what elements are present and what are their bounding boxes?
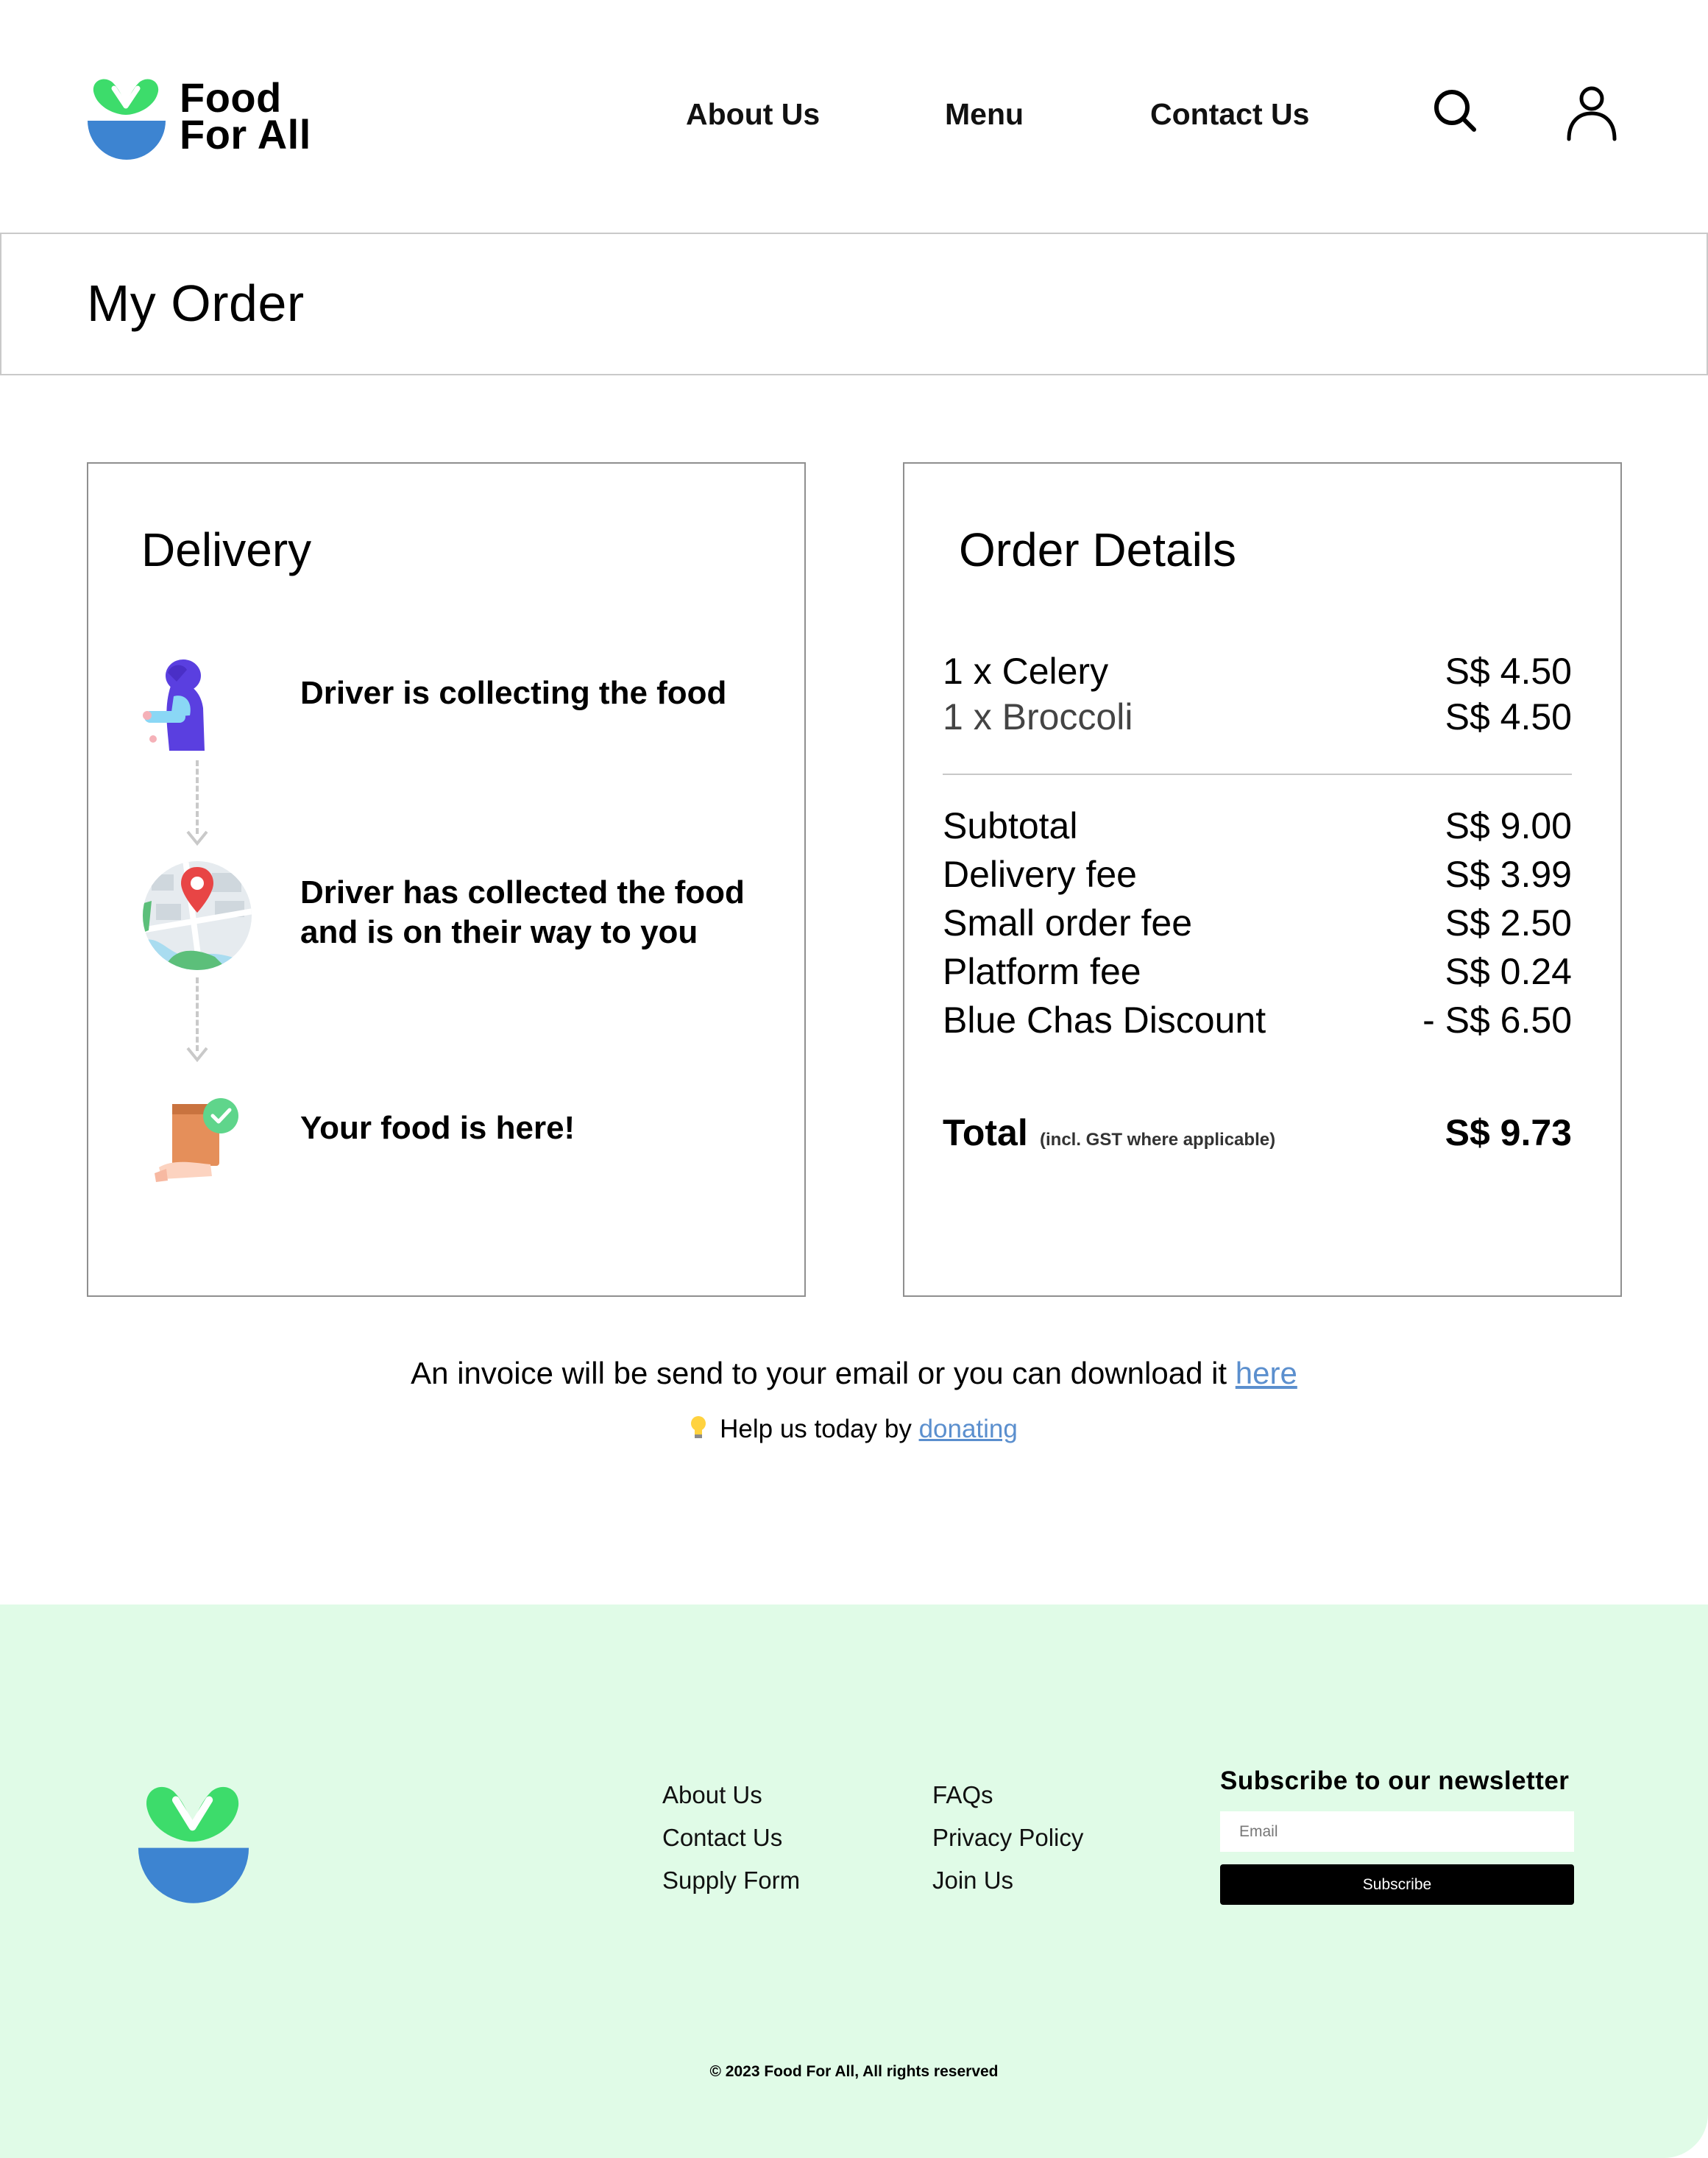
logo-icon[interactable] — [86, 75, 167, 160]
invoice-text: An invoice will be send to your email or… — [411, 1356, 1236, 1390]
invoice-download-link[interactable]: here — [1236, 1356, 1297, 1390]
fee-label-discount: Blue Chas Discount — [943, 1000, 1266, 1041]
delivery-step-1: Driver is collecting the food — [300, 673, 726, 713]
brand-line-2: For All — [180, 111, 311, 158]
step-connector-2 — [196, 977, 199, 1051]
user-icon[interactable] — [1565, 85, 1618, 141]
fee-value-delivery: S$ 3.99 — [1445, 854, 1572, 895]
footer-link-supply-form[interactable]: Supply Form — [662, 1867, 800, 1895]
search-icon[interactable] — [1432, 88, 1478, 133]
fee-label-small-order: Small order fee — [943, 902, 1193, 944]
brand-name[interactable]: Food For All — [180, 77, 311, 158]
delivery-panel: Delivery Driver is collecting the food D… — [87, 462, 806, 1297]
page-title: My Order — [87, 275, 305, 332]
site-header: Food For All About Us Menu Contact Us — [0, 0, 1708, 233]
donate-message: Help us today by donating — [0, 1415, 1708, 1444]
lightbulb-icon — [691, 1416, 706, 1438]
total-label: Total — [943, 1112, 1028, 1153]
total-value: S$ 9.73 — [1445, 1112, 1572, 1153]
divider — [943, 774, 1572, 775]
order-item-price: S$ 4.50 — [1445, 696, 1572, 737]
step-3-text: Your food is here! — [300, 1110, 575, 1146]
fee-label-platform: Platform fee — [943, 951, 1141, 992]
newsletter-title: Subscribe to our newsletter — [1220, 1766, 1570, 1795]
driver-icon — [143, 659, 205, 751]
nav-contact-us[interactable]: Contact Us — [1150, 97, 1309, 132]
step-2-text-line-1: Driver has collected the food — [300, 874, 745, 910]
copyright: © 2023 Food For All, All rights reserved — [709, 2063, 999, 2080]
step-connector-1 — [196, 760, 199, 834]
order-details-title: Order Details — [959, 523, 1236, 576]
fee-label-delivery: Delivery fee — [943, 854, 1137, 895]
fee-value-platform: S$ 0.24 — [1445, 951, 1572, 992]
order-item-name: 1 x Celery — [943, 651, 1109, 692]
arrow-down-icon — [186, 1047, 208, 1063]
subscribe-button[interactable]: Subscribe — [1220, 1864, 1574, 1905]
map-pin-icon — [143, 861, 252, 970]
step-2-text-line-2: and is on their way to you — [300, 914, 698, 950]
order-details-panel: Order Details 1 x Celery S$ 4.50 1 x Bro… — [903, 462, 1622, 1297]
order-item-price: S$ 4.50 — [1445, 651, 1572, 692]
step-1-text: Driver is collecting the food — [300, 675, 727, 711]
fee-value-small-order: S$ 2.50 — [1445, 902, 1572, 944]
footer-logo-icon[interactable] — [136, 1781, 251, 1906]
footer-link-faqs[interactable]: FAQs — [932, 1781, 993, 1809]
fee-value-discount: - S$ 6.50 — [1422, 1000, 1572, 1041]
donate-text: Help us today by — [720, 1415, 919, 1443]
nav-about-us[interactable]: About Us — [686, 97, 820, 132]
delivery-step-3: Your food is here! — [300, 1108, 575, 1148]
fee-value-subtotal: S$ 9.00 — [1445, 805, 1572, 846]
footer-link-about-us[interactable]: About Us — [662, 1781, 762, 1809]
footer-link-join-us[interactable]: Join Us — [932, 1867, 1013, 1895]
fee-label-subtotal: Subtotal — [943, 805, 1078, 846]
delivery-title: Delivery — [141, 523, 312, 576]
donate-link[interactable]: donating — [919, 1415, 1018, 1443]
order-item-name: 1 x Broccoli — [943, 696, 1133, 737]
nav-menu[interactable]: Menu — [945, 97, 1024, 132]
newsletter-email-input[interactable] — [1220, 1811, 1574, 1852]
invoice-message: An invoice will be send to your email or… — [0, 1356, 1708, 1391]
footer-link-privacy-policy[interactable]: Privacy Policy — [932, 1824, 1083, 1852]
arrow-down-icon — [186, 830, 208, 846]
delivery-step-2: Driver has collected the food and is on … — [300, 873, 745, 952]
footer-link-contact-us[interactable]: Contact Us — [662, 1824, 782, 1852]
total-note: (incl. GST where applicable) — [1040, 1130, 1276, 1150]
delivered-package-icon — [155, 1098, 238, 1182]
